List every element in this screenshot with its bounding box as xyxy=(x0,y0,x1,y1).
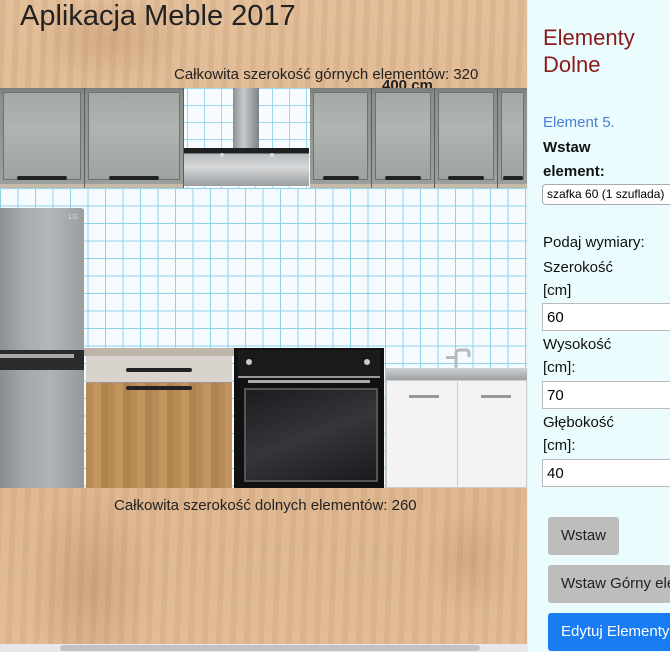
oven-cabinet[interactable] xyxy=(234,348,384,488)
sink-cabinet[interactable] xyxy=(384,348,527,488)
height-input[interactable] xyxy=(542,381,670,409)
upper-cabinets-row xyxy=(0,88,527,188)
height-label: Wysokość [cm]: xyxy=(543,336,612,376)
upper-cabinet[interactable] xyxy=(85,88,184,188)
drawer-cabinet[interactable] xyxy=(84,348,234,488)
depth-label: Głębokość [cm]: xyxy=(543,414,614,454)
element-type-select[interactable]: szafka 60 (1 szuflada) xyxy=(542,184,670,205)
fridge[interactable]: LG xyxy=(0,208,84,488)
upper-cabinet[interactable] xyxy=(435,88,498,188)
side-panel: Elementy Dolne Element 5. Wstaw element:… xyxy=(527,0,670,652)
upper-cabinet[interactable] xyxy=(372,88,435,188)
element-number: Element 5. xyxy=(543,114,615,131)
depth-input[interactable] xyxy=(542,459,670,487)
lower-total-width: Całkowita szerokość dolnych elementów: 2… xyxy=(114,497,417,514)
insert-upper-button[interactable]: Wstaw Górny element xyxy=(548,565,670,603)
upper-cabinet[interactable] xyxy=(498,88,527,188)
fridge-logo: LG xyxy=(68,214,78,221)
cooker-hood[interactable] xyxy=(184,88,309,188)
edit-elements-button[interactable]: Edytuj Elementy xyxy=(548,613,670,651)
dimensions-prompt: Podaj wymiary: xyxy=(543,234,645,251)
insert-element-label: Wstaw element: xyxy=(543,139,605,180)
kitchen-workspace: Aplikacja Meble 2017 Całkowita szerokość… xyxy=(0,0,527,652)
insert-button[interactable]: Wstaw xyxy=(548,517,619,555)
wall-dimension-label: 400 cm xyxy=(382,77,433,88)
upper-cabinet[interactable] xyxy=(310,88,372,188)
faucet-icon xyxy=(446,348,471,370)
panel-title: Elementy Dolne xyxy=(543,25,635,77)
width-input[interactable] xyxy=(542,303,670,331)
upper-cabinet[interactable] xyxy=(0,88,85,188)
horizontal-scrollbar[interactable] xyxy=(0,644,527,652)
width-label: Szerokość [cm] xyxy=(543,259,614,299)
app-title: Aplikacja Meble 2017 xyxy=(20,0,296,32)
